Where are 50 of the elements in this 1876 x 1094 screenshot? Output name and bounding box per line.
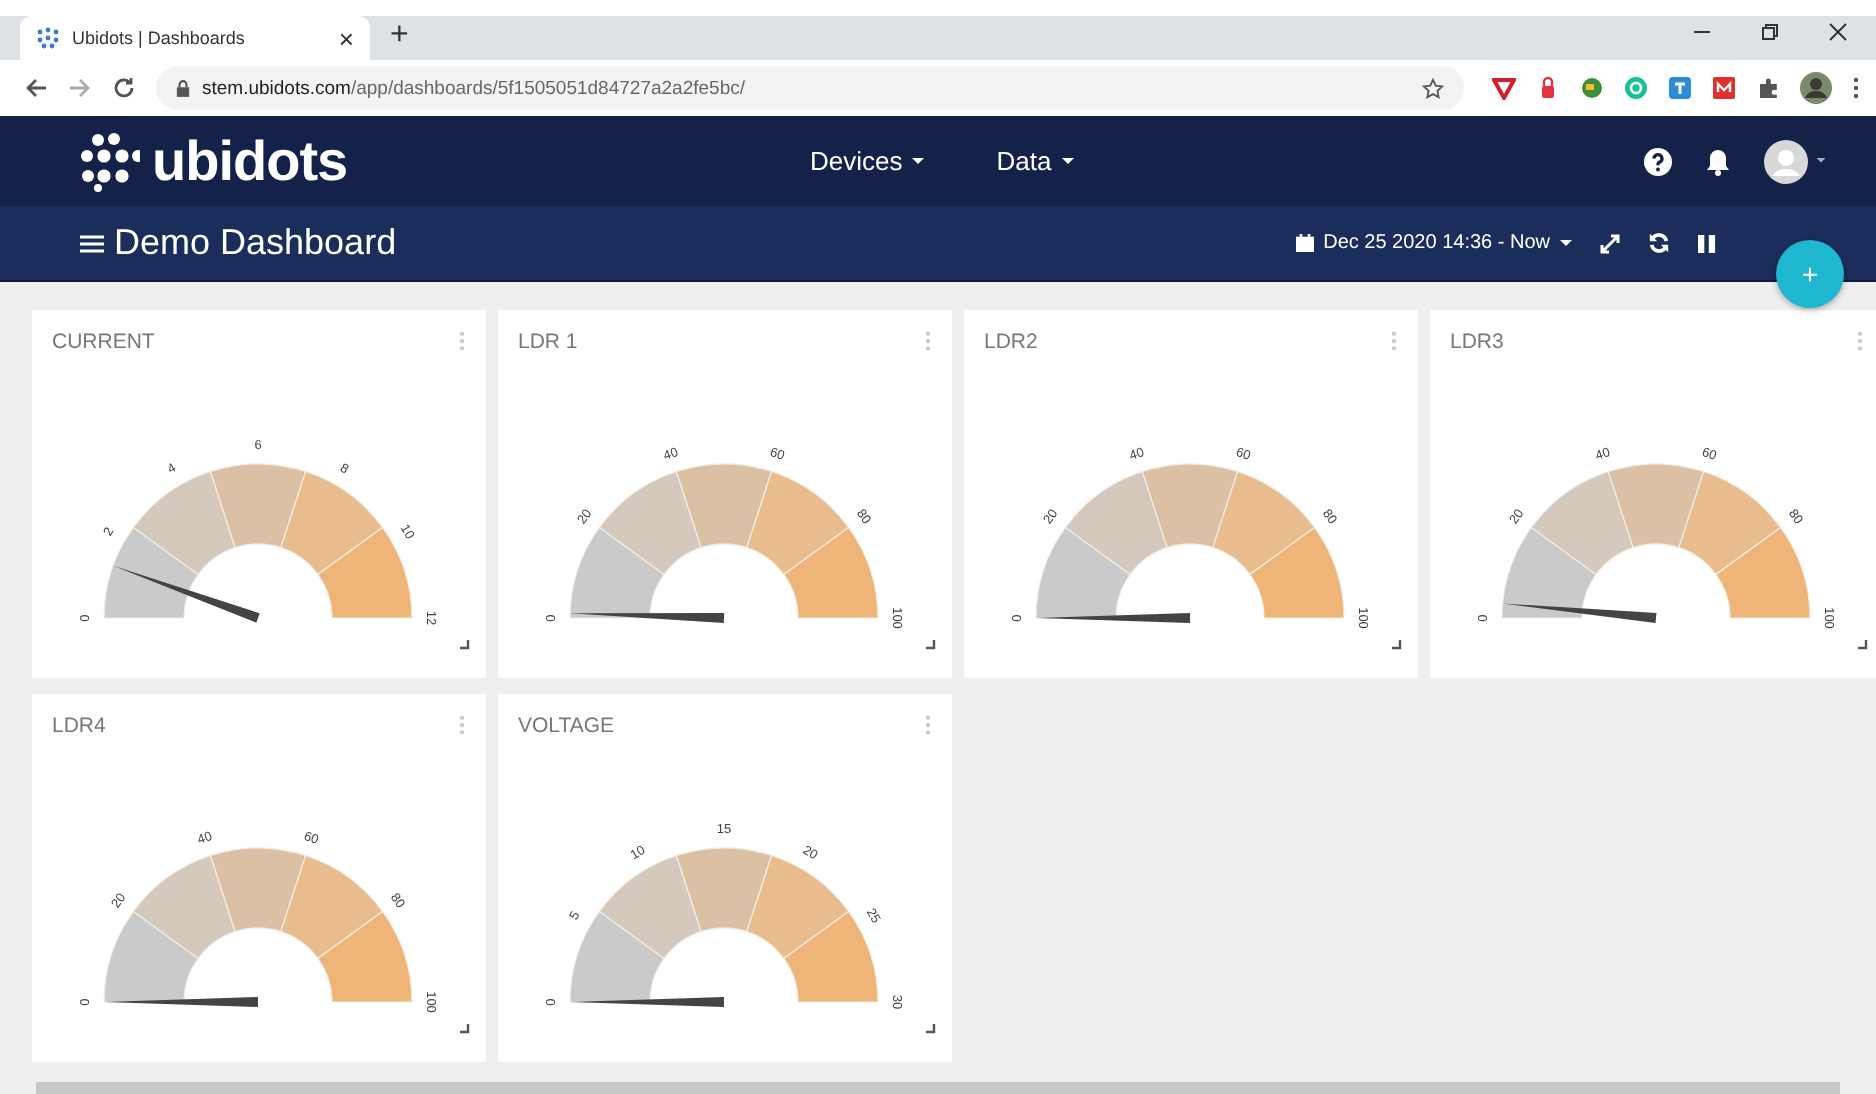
restore-icon[interactable] [1760, 22, 1780, 42]
widget-title: VOLTAGE [518, 714, 615, 738]
dashboard-title: Demo Dashboard [114, 222, 397, 264]
pause-icon[interactable] [1698, 233, 1716, 253]
shield-icon[interactable] [1492, 76, 1516, 100]
widget-title: CURRENT [52, 330, 155, 354]
caret-icon [1061, 157, 1074, 165]
caret-icon [1560, 239, 1572, 247]
browser-tab[interactable]: Ubidots | Dashboards × [20, 16, 370, 60]
bell-icon[interactable] [1704, 147, 1732, 175]
help-icon[interactable] [1644, 147, 1672, 175]
nav-menu[interactable]: Devices [810, 146, 925, 176]
dots-icon [80, 131, 140, 191]
back-icon[interactable] [24, 76, 48, 100]
dots-icon [36, 26, 60, 50]
refresh-icon[interactable] [1648, 232, 1670, 254]
close-tab-button[interactable]: × [338, 23, 354, 53]
reload-icon[interactable] [112, 76, 136, 100]
resize-handle-icon[interactable] [926, 640, 936, 650]
tab-title: Ubidots | Dashboards [72, 28, 247, 48]
close-icon[interactable] [1828, 22, 1848, 42]
widget-title: LDR2 [984, 330, 1038, 354]
scrollbar[interactable] [36, 1082, 1840, 1094]
square-icon[interactable] [1712, 76, 1736, 100]
padlock-icon[interactable] [1536, 76, 1560, 100]
resize-handle-icon[interactable] [460, 640, 470, 650]
menu-icon[interactable] [80, 233, 104, 253]
new-tab-button[interactable]: + [390, 18, 409, 54]
caret-icon[interactable] [1816, 158, 1826, 164]
resize-handle-icon[interactable] [926, 1024, 936, 1034]
square-icon[interactable] [1668, 76, 1692, 100]
star-icon[interactable] [1422, 77, 1444, 99]
widget-title: LDR 1 [518, 330, 578, 354]
logo-text: ubidots [152, 129, 348, 193]
widget-title: LDR3 [1450, 330, 1504, 354]
avatar-icon[interactable] [1764, 139, 1808, 183]
lock-icon [176, 79, 190, 97]
calendar-icon [1295, 234, 1314, 252]
resize-handle-icon[interactable] [1858, 640, 1868, 650]
resize-handle-icon[interactable] [1392, 640, 1402, 650]
expand-icon[interactable] [1600, 233, 1620, 253]
nav-menu[interactable]: Data [996, 146, 1074, 176]
caret-icon [912, 157, 925, 165]
puzzle-icon[interactable] [1756, 76, 1780, 100]
date-range-button[interactable]: Dec 25 2020 14:36 - Now [1295, 232, 1572, 254]
profile-icon[interactable] [1800, 72, 1832, 104]
address-field[interactable]: stem.ubidots.com/app/dashboards/5f1505051d84727a2a2fe5bc/ [156, 66, 1464, 110]
more-icon[interactable] [1852, 76, 1860, 100]
resize-handle-icon[interactable] [460, 1024, 470, 1034]
widget-title: LDR4 [52, 714, 106, 738]
